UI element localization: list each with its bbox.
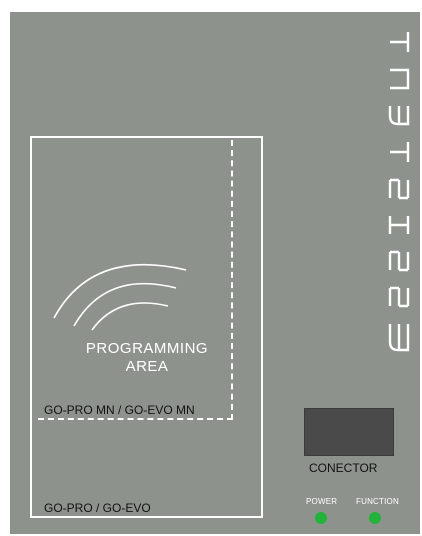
model-mn-label: GO-PRO MN / GO-EVO MN [44,403,195,417]
assistant-logo [388,32,410,352]
function-label: FUNCTION [356,497,399,506]
wireless-waves-icon [53,263,187,331]
connector-label: CONECTOR [309,461,378,475]
model-label: GO-PRO / GO-EVO [44,501,151,515]
function-led-indicator [369,512,381,524]
connector-port[interactable] [304,408,394,456]
programming-area-label: PROGRAMMING AREA [85,340,209,375]
power-led-indicator [315,512,327,524]
power-label: POWER [306,497,338,506]
